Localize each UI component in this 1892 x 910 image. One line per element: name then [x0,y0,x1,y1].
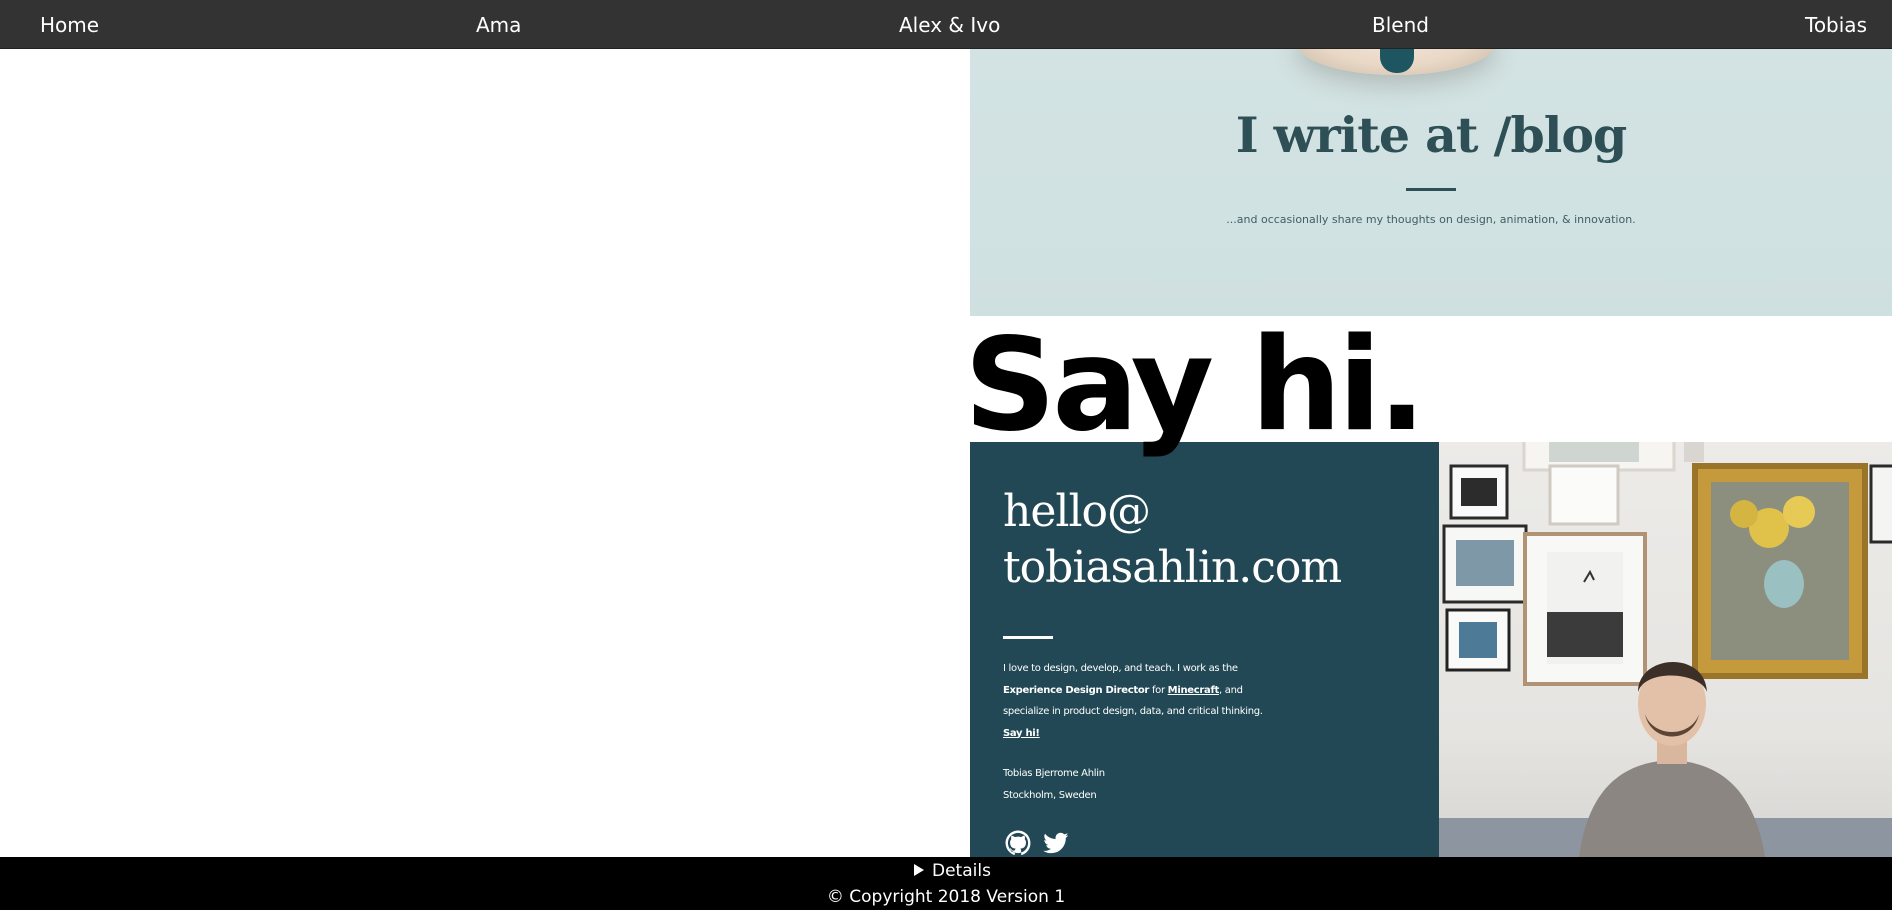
github-icon[interactable] [1005,830,1031,856]
gallery-wall-illustration [1439,442,1892,857]
bio-role: Experience Design Director [1003,684,1150,696]
copyright-text: © Copyright 2018 Version 1 [826,887,1066,907]
footer: Details © Copyright 2018 Version 1 [0,857,1892,910]
bio-part-3: specialize in product design, data, and … [1003,706,1263,717]
contact-divider [1003,636,1053,639]
bio-text: I love to design, develop, and teach. I … [1003,658,1303,744]
contact-panel: hello@ tobiasahlin.com I love to design,… [970,442,1439,857]
email-address[interactable]: hello@ tobiasahlin.com [1003,484,1342,596]
nav-item-tobias[interactable]: Tobias [1805,13,1867,37]
social-links [1005,830,1069,856]
email-line-1[interactable]: hello@ [1003,484,1341,540]
nav-item-ama[interactable]: Ama [476,13,521,37]
details-label: Details [932,861,991,881]
top-nav: Home Ama Alex & Ivo Blend Tobias [0,0,1892,49]
nav-item-blend[interactable]: Blend [1372,13,1429,37]
bio-part-2: , and [1219,684,1243,696]
blog-divider [1406,188,1456,191]
person-name: Tobias Bjerrome Ahlin [1003,768,1105,779]
say-hi-heading: Say hi. [964,311,1426,460]
minecraft-link[interactable]: Minecraft [1168,685,1220,696]
portrait-photo [1439,442,1892,857]
twitter-icon[interactable] [1043,830,1069,856]
bio-part-1: I love to design, develop, and teach. I … [1003,663,1238,674]
details-toggle[interactable]: Details [914,861,991,881]
address-block: Tobias Bjerrome Ahlin Stockholm, Sweden [1003,763,1105,806]
blog-subtitle: ...and occasionally share my thoughts on… [1226,213,1636,226]
email-line-2[interactable]: tobiasahlin.com [1003,540,1342,596]
nav-item-alex-ivo[interactable]: Alex & Ivo [899,13,1000,37]
say-hi-link[interactable]: Say hi! [1003,723,1040,745]
blog-title[interactable]: I write at /blog [970,106,1892,164]
blog-panel[interactable]: I write at /blog ...and occasionally sha… [970,49,1892,316]
nav-item-home[interactable]: Home [40,13,99,37]
person-location: Stockholm, Sweden [1003,789,1097,801]
disclosure-triangle-icon [914,864,924,876]
bio-for: for [1149,684,1168,696]
